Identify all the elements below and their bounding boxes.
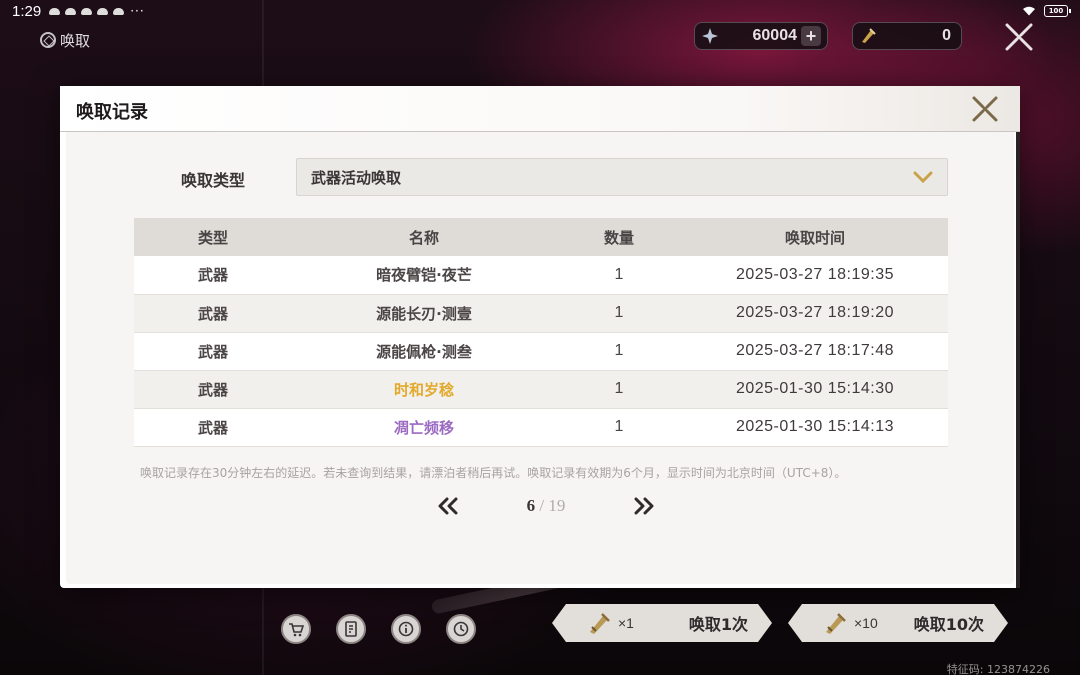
convene-type-dropdown[interactable]: 武器活动唤取 [296, 158, 948, 196]
history-table: 类型 名称 数量 唤取时间 武器 暗夜臂铠·夜芒 1 2025-03-27 18… [134, 218, 948, 447]
tide-currency: 0 [852, 22, 962, 50]
dialog-body: 唤取类型 武器活动唤取 类型 名称 数量 唤取时间 武器 暗夜臂铠·夜芒 1 2… [66, 132, 1014, 584]
row-item-name: 源能佩枪·测叁 [292, 332, 556, 371]
convene-icon [40, 32, 56, 48]
wifi-icon [1023, 6, 1035, 16]
convene-once-multiplier: ×1 [618, 615, 634, 631]
history-icon [453, 621, 469, 637]
notification-icon [113, 7, 125, 15]
status-time: 1:29 [12, 2, 42, 20]
notification-icon [65, 7, 77, 15]
tide-icon [822, 610, 848, 636]
page-indicator: 6 / 19 [527, 496, 566, 516]
battery-level: 100 [1048, 7, 1064, 15]
shop-button[interactable] [281, 614, 311, 644]
shop-icon [289, 623, 304, 637]
row-time: 2025-03-27 18:19:20 [682, 294, 948, 333]
convene-once-label: 唤取1次 [688, 615, 748, 634]
more-notifications: ··· [130, 4, 145, 18]
battery-icon: 100 [1044, 5, 1071, 17]
notification-icon [97, 7, 109, 15]
table-row: 武器 源能佩枪·测叁 1 2025-03-27 18:17:48 [134, 332, 948, 371]
row-quantity: 1 [556, 332, 682, 371]
convene-type-value: 武器活动唤取 [311, 168, 402, 187]
table-row: 武器 源能长刃·测壹 1 2025-03-27 18:19:20 [134, 294, 948, 333]
row-quantity: 1 [556, 370, 682, 409]
row-type: 武器 [134, 294, 292, 333]
delay-notice: 唤取记录存在30分钟左右的延迟。若未查询到结果，请漂泊者稍后再试。唤取记录有效期… [140, 466, 847, 480]
column-header-name: 名称 [292, 218, 556, 256]
convene-history-dialog: 唤取记录 唤取类型 武器活动唤取 类型 名称 数量 唤取时间 武器 暗夜臂铠·夜… [60, 86, 1020, 588]
notification-icon [81, 7, 93, 15]
row-quantity: 1 [556, 256, 682, 295]
row-time: 2025-01-30 15:14:30 [682, 370, 948, 409]
info-button[interactable] [391, 614, 421, 644]
dialog-title: 唤取记录 [76, 102, 148, 123]
astrite-icon [702, 28, 718, 44]
details-button[interactable] [336, 614, 366, 644]
previous-page-icon[interactable] [436, 496, 460, 516]
tide-amount: 0 [942, 27, 951, 44]
row-time: 2025-03-27 18:19:35 [682, 256, 948, 295]
row-type: 武器 [134, 332, 292, 371]
convene-type-label: 唤取类型 [181, 171, 246, 190]
notification-icon [49, 7, 61, 15]
row-time: 2025-01-30 15:14:13 [682, 408, 948, 447]
astrite-amount: 60004 [752, 27, 798, 44]
system-status-bar: 1:29 ··· 100 [0, 0, 1080, 22]
page-title-text: 唤取 [60, 31, 91, 50]
convene-ten-button[interactable]: ×10 唤取10次 [788, 604, 1008, 642]
table-header-row: 类型 名称 数量 唤取时间 [134, 218, 948, 256]
close-icon[interactable] [1004, 22, 1034, 52]
tide-icon [586, 610, 612, 636]
row-item-name: 凋亡频移 [292, 408, 556, 447]
row-quantity: 1 [556, 408, 682, 447]
close-icon[interactable] [970, 94, 1000, 124]
add-currency-button[interactable]: + [801, 26, 821, 46]
page-title: 唤取 [40, 30, 90, 50]
convene-ten-label: 唤取10次 [913, 615, 984, 634]
details-icon [345, 621, 357, 637]
chevron-down-icon [913, 171, 933, 183]
table-row: 武器 时和岁稔 1 2025-01-30 15:14:30 [134, 370, 948, 409]
table-row: 武器 凋亡频移 1 2025-01-30 15:14:13 [134, 408, 948, 447]
feature-code: 特征码: 123874226 [946, 663, 1050, 675]
column-header-quantity: 数量 [556, 218, 682, 256]
info-icon [398, 621, 414, 637]
convene-ten-multiplier: ×10 [854, 615, 878, 631]
bottom-icon-bar [281, 614, 476, 644]
row-item-name: 暗夜臂铠·夜芒 [292, 256, 556, 295]
row-item-name: 源能长刃·测壹 [292, 294, 556, 333]
row-item-name: 时和岁稔 [292, 370, 556, 409]
dialog-header: 唤取记录 [60, 86, 1020, 132]
page-separator: / [535, 496, 549, 515]
column-header-type: 类型 [134, 218, 292, 256]
notification-icons [49, 7, 125, 15]
row-time: 2025-03-27 18:17:48 [682, 332, 948, 371]
pagination: 6 / 19 [436, 492, 656, 520]
total-pages: 19 [548, 496, 566, 515]
column-header-time: 唤取时间 [682, 218, 948, 256]
row-type: 武器 [134, 408, 292, 447]
row-type: 武器 [134, 256, 292, 295]
table-row: 武器 暗夜臂铠·夜芒 1 2025-03-27 18:19:35 [134, 256, 948, 295]
convene-once-button[interactable]: ×1 唤取1次 [552, 604, 772, 642]
row-quantity: 1 [556, 294, 682, 333]
row-type: 武器 [134, 370, 292, 409]
history-button[interactable] [446, 614, 476, 644]
next-page-icon[interactable] [632, 496, 656, 516]
astrite-currency: 60004 + [694, 22, 828, 50]
current-page: 6 [526, 496, 536, 515]
tide-icon [862, 28, 876, 43]
